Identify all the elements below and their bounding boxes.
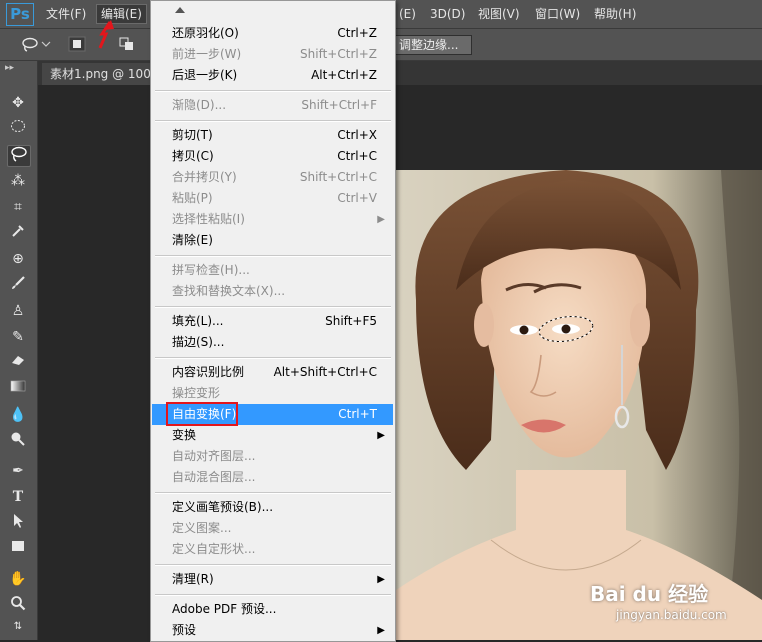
menu-row-paste-special[interactable]: 选择性粘贴(I) ▶ [152, 209, 393, 230]
magic-wand-icon[interactable]: ⁂ [7, 171, 29, 191]
document-tab[interactable]: 素材1.png @ 100 [42, 63, 162, 85]
collapse-panel-icon[interactable]: ▸▸ [5, 63, 14, 73]
menu-row-fill[interactable]: 填充(L)... Shift+F5 [152, 311, 393, 332]
lasso-tool-icon[interactable] [7, 145, 31, 167]
pen-tool-icon[interactable]: ✒ [7, 461, 29, 481]
zoom-tool-icon[interactable] [7, 595, 29, 615]
menu-row-presets[interactable]: 预设 ▶ [152, 620, 393, 641]
tools-panel: ▸▸ ✥ ⁂ ⌗ ⊕ ♙ ✎ 💧 ✒ T ✋ ⇅ [0, 61, 38, 640]
menu-row-define-pattern[interactable]: 定义图案... [152, 518, 393, 539]
new-selection-icon[interactable] [68, 36, 86, 52]
menu-row-paste[interactable]: 粘贴(P) Ctrl+V [152, 188, 393, 209]
annotation-arrow-icon [98, 20, 114, 49]
submenu-arrow-icon: ▶ [377, 430, 385, 441]
menu-view[interactable]: 视图(V) [474, 5, 524, 23]
menu-row-define-brush[interactable]: 定义画笔预设(B)... [152, 497, 393, 518]
menu-separator [155, 492, 391, 494]
menu-separator [155, 357, 391, 359]
document-tab-bar: 素材1.png @ 100 [38, 61, 762, 85]
menu-3d[interactable]: 3D(D) [426, 5, 469, 23]
move-tool-icon[interactable]: ✥ [7, 93, 29, 113]
photoshop-logo: Ps [6, 3, 34, 26]
brush-tool-icon[interactable] [7, 275, 29, 295]
menu-separator [155, 120, 391, 122]
menu-file[interactable]: 文件(F) [42, 5, 90, 23]
menu-row-transform[interactable]: 变换 ▶ [152, 425, 393, 446]
menu-row-purge[interactable]: 清理(R) ▶ [152, 569, 393, 590]
menu-row-define-custom-shape[interactable]: 定义自定形状... [152, 539, 393, 560]
marquee-tool-icon[interactable] [7, 119, 29, 139]
menu-row-auto-blend-layers[interactable]: 自动混合图层... [152, 467, 393, 488]
menu-row-content-aware-scale[interactable]: 内容识别比例 Alt+Shift+Ctrl+C [152, 362, 393, 383]
menu-row-undo-feather[interactable]: 还原羽化(O) Ctrl+Z [152, 23, 393, 44]
menu-window[interactable]: 窗口(W) [531, 5, 584, 23]
history-brush-icon[interactable]: ✎ [7, 327, 29, 347]
dodge-tool-icon[interactable] [7, 431, 29, 451]
menu-row-spell-check[interactable]: 拼写检查(H)... [152, 260, 393, 281]
menu-help[interactable]: 帮助(H) [590, 5, 640, 23]
menu-image[interactable]: (E) [395, 5, 420, 23]
menu-row-puppet-warp[interactable]: 操控变形 [152, 383, 393, 404]
scroll-up-arrow-icon[interactable] [175, 7, 185, 13]
menu-row-auto-align-layers[interactable]: 自动对齐图层... [152, 446, 393, 467]
lasso-preset-icon[interactable] [20, 36, 51, 52]
menu-row-adobe-pdf-presets[interactable]: Adobe PDF 预设... [152, 599, 393, 620]
subtract-selection-icon[interactable] [118, 36, 136, 52]
menu-separator [155, 564, 391, 566]
type-tool-icon[interactable]: T [7, 487, 29, 507]
hand-tool-icon[interactable]: ✋ [7, 569, 29, 589]
eraser-tool-icon[interactable] [7, 353, 29, 373]
menu-row-fade[interactable]: 渐隐(D)... Shift+Ctrl+F [152, 95, 393, 116]
menu-row-step-forward[interactable]: 前进一步(W) Shift+Ctrl+Z [152, 44, 393, 65]
edit-menu-dropdown: 还原羽化(O) Ctrl+Z 前进一步(W) Shift+Ctrl+Z 后退一步(K… [150, 0, 396, 642]
refine-edge-button[interactable]: 调整边缘... [392, 35, 472, 55]
submenu-arrow-icon: ▶ [377, 625, 385, 636]
menu-row-copy-merged[interactable]: 合并拷贝(Y) Shift+Ctrl+C [152, 167, 393, 188]
menu-row-step-backward[interactable]: 后退一步(K) Alt+Ctrl+Z [152, 65, 393, 86]
watermark-brand: Bai du 经验 [590, 582, 709, 606]
submenu-arrow-icon: ▶ [377, 214, 385, 225]
menu-row-copy[interactable]: 拷贝(C) Ctrl+C [152, 146, 393, 167]
menu-row-cut[interactable]: 剪切(T) Ctrl+X [152, 125, 393, 146]
gradient-tool-icon[interactable] [7, 379, 29, 399]
blur-tool-icon[interactable]: 💧 [7, 405, 29, 425]
document-image[interactable] [396, 170, 762, 640]
submenu-arrow-icon: ▶ [377, 574, 385, 585]
watermark-url: jingyan.baidu.com [616, 608, 727, 622]
menu-separator [155, 594, 391, 596]
menu-row-find-replace[interactable]: 查找和替换文本(X)... [152, 281, 393, 302]
annotation-highlight-box [166, 402, 238, 426]
menu-separator [155, 90, 391, 92]
menu-row-stroke[interactable]: 描边(S)... [152, 332, 393, 353]
path-selection-icon[interactable] [7, 513, 29, 533]
menu-separator [155, 255, 391, 257]
crop-tool-icon[interactable]: ⌗ [7, 197, 29, 217]
swap-colors-icon[interactable]: ⇅ [7, 617, 29, 637]
menu-row-clear[interactable]: 清除(E) [152, 230, 393, 251]
healing-brush-icon[interactable]: ⊕ [7, 249, 29, 269]
stamp-tool-icon[interactable]: ♙ [7, 301, 29, 321]
menu-separator [155, 306, 391, 308]
rectangle-tool-icon[interactable] [7, 539, 29, 559]
eyedropper-icon[interactable] [7, 223, 29, 243]
